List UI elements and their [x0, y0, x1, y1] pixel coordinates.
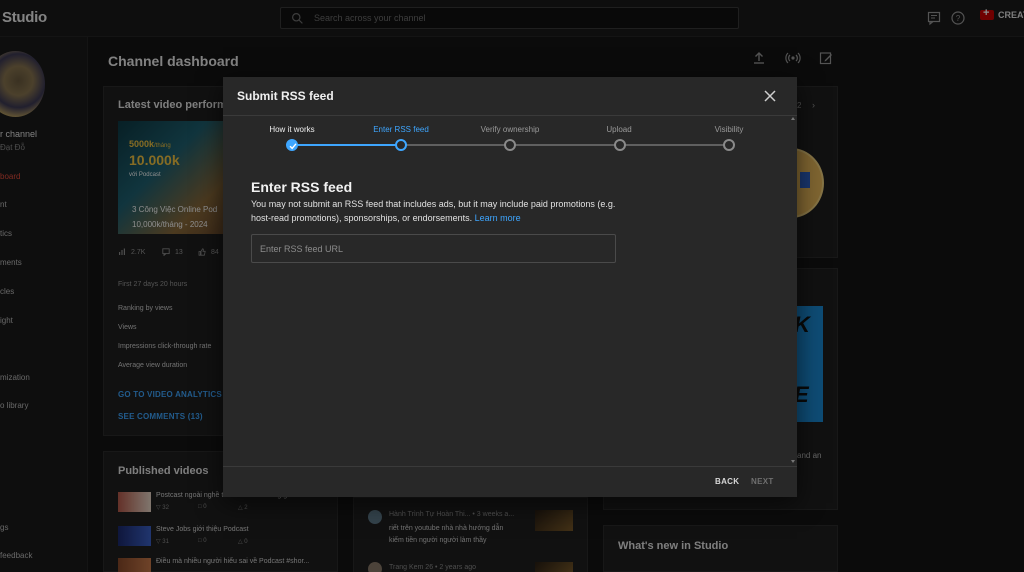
rss-feed-url-input[interactable]	[251, 234, 616, 263]
scroll-up-arrow-icon[interactable]	[791, 117, 795, 120]
step-how-it-works-dot	[286, 139, 298, 151]
learn-more-link[interactable]: Learn more	[475, 213, 521, 223]
step-upload-dot	[614, 139, 626, 151]
step-upload-label: Upload	[606, 125, 632, 134]
check-icon	[289, 143, 297, 150]
scroll-down-arrow-icon[interactable]	[791, 460, 795, 463]
step-description: You may not submit an RSS feed that incl…	[251, 197, 631, 225]
close-icon[interactable]	[763, 89, 777, 103]
stepper-track-remaining	[401, 144, 729, 146]
step-enter-rss-feed-label: Enter RSS feed	[373, 125, 429, 134]
dialog-footer-divider	[223, 466, 797, 467]
step-enter-rss-feed-dot	[395, 139, 407, 151]
next-button[interactable]: NEXT	[751, 477, 774, 486]
submit-rss-dialog: Submit RSS feed How it works Enter RSS f…	[223, 77, 797, 497]
dialog-title: Submit RSS feed	[237, 89, 334, 103]
step-visibility-dot	[723, 139, 735, 151]
step-heading: Enter RSS feed	[251, 179, 353, 195]
dialog-divider	[223, 115, 797, 116]
back-button[interactable]: BACK	[715, 477, 739, 486]
step-verify-ownership-dot	[504, 139, 516, 151]
stepper-track-complete	[292, 144, 401, 146]
step-description-text: You may not submit an RSS feed that incl…	[251, 199, 616, 223]
step-verify-ownership-label: Verify ownership	[480, 125, 540, 134]
step-how-it-works-label: How it works	[269, 125, 315, 134]
step-visibility-label: Visibility	[714, 125, 744, 134]
